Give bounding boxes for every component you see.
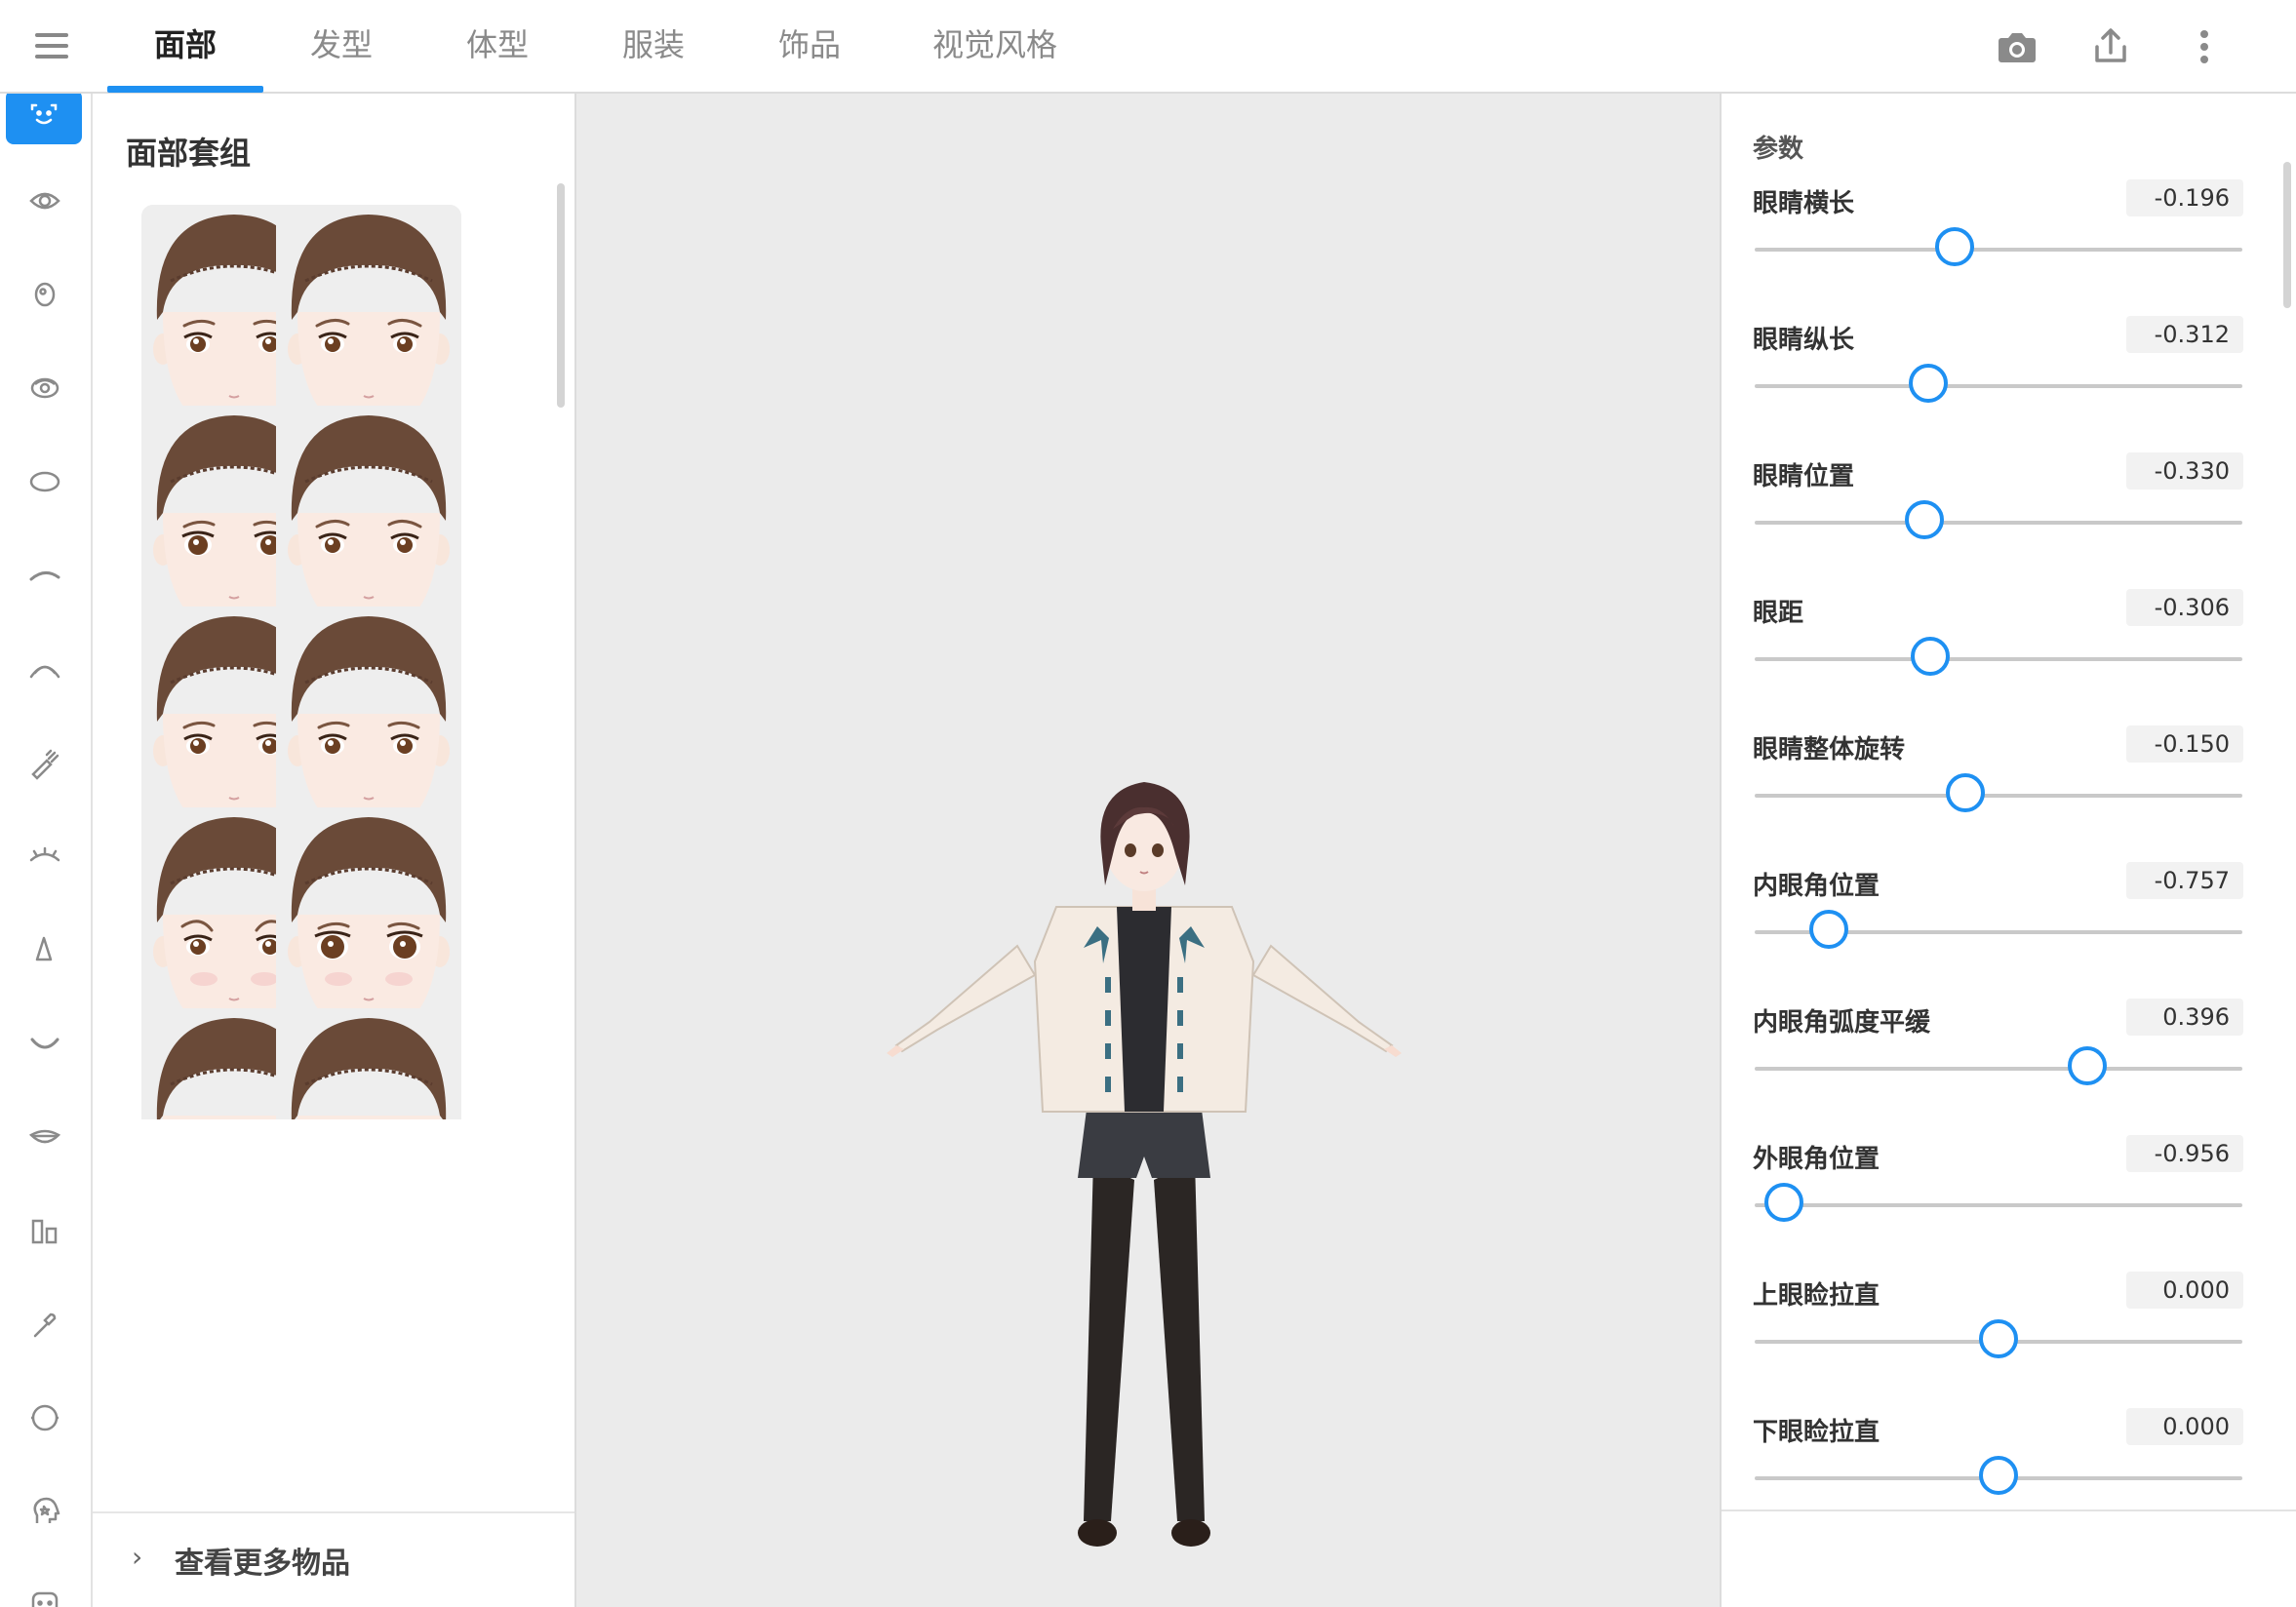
parameter-row: 眼睛横长 -0.196 (1722, 179, 2296, 316)
parameter-label: 眼睛整体旋转 (1753, 735, 1906, 764)
parameter-label: 眼睛纵长 (1753, 326, 1855, 355)
parameter-slider-track[interactable] (1755, 248, 2242, 252)
view-more-items-label: 查看更多物品 (175, 1547, 350, 1581)
face-set-panel: 面部套组 ✔ (93, 94, 576, 1607)
parameter-slider-thumb[interactable] (1979, 1319, 2018, 1358)
parameter-label: 内眼角弧度平缓 (1753, 1008, 1931, 1038)
parameter-label: 内眼角位置 (1753, 872, 1880, 901)
parameter-slider-thumb[interactable] (1905, 500, 1945, 539)
parameter-slider-thumb[interactable] (1910, 637, 1950, 676)
tab-hairstyle[interactable]: 发型 (283, 0, 400, 94)
lips-icon[interactable] (14, 1110, 76, 1164)
parameter-label: 眼距 (1753, 599, 1804, 628)
parameter-value-field[interactable]: -0.312 (2126, 316, 2243, 353)
category-rail (0, 94, 93, 1607)
parameter-slider-thumb[interactable] (1945, 773, 1985, 812)
parameter-label: 上眼睑拉直 (1753, 1281, 1880, 1311)
makeup-brush-icon[interactable] (14, 735, 76, 790)
more-vert-icon[interactable] (2179, 21, 2230, 72)
eyelash-icon[interactable] (14, 642, 76, 696)
eyebrow-icon[interactable] (14, 548, 76, 603)
parameter-row: 内眼角位置 -0.757 (1722, 862, 2296, 999)
parameter-row: 眼距 -0.306 (1722, 589, 2296, 725)
active-tab-indicator (107, 86, 263, 93)
tab-face[interactable]: 面部 (107, 0, 263, 94)
camera-icon[interactable] (1992, 21, 2042, 72)
avatar-model[interactable] (871, 770, 1417, 1580)
face-set-grid: ✔ ✔ (141, 205, 541, 1119)
face-set-title: 面部套组 (126, 135, 252, 172)
face-set-thumbnail[interactable] (276, 1008, 461, 1119)
parameter-row: 眼睛纵长 -0.312 (1722, 316, 2296, 452)
parameter-value-field[interactable]: 0.000 (2126, 1272, 2243, 1309)
face-sticker-icon[interactable] (14, 1484, 76, 1539)
eye-icon[interactable] (14, 174, 76, 228)
parameter-slider-thumb[interactable] (1808, 910, 1848, 949)
hamburger-menu-icon[interactable] (35, 33, 70, 60)
parameter-row: 下眼睑拉直 0.000 (1722, 1408, 2296, 1545)
parameter-slider-thumb[interactable] (1764, 1183, 1804, 1222)
mouth-icon[interactable] (14, 1016, 76, 1071)
parameter-value-field[interactable]: 0.000 (2126, 1408, 2243, 1445)
tab-body[interactable]: 体型 (439, 0, 556, 94)
nose-icon[interactable] (14, 922, 76, 977)
share-icon[interactable] (2085, 21, 2136, 72)
parameter-list: 眼睛横长 -0.196 眼睛纵长 -0.312 眼睛位置 -0.330 眼距 -0.306 眼睛… (1722, 179, 2296, 1603)
parameter-value-field[interactable]: -0.956 (2126, 1135, 2243, 1172)
parameter-slider-track[interactable] (1755, 657, 2242, 661)
tab-clothing[interactable]: 服装 (595, 0, 712, 94)
parameter-row: 眼睛整体旋转 -0.150 (1722, 725, 2296, 862)
face-icon[interactable] (6, 94, 82, 144)
emote-icon[interactable] (14, 1578, 76, 1607)
parameter-value-field[interactable]: -0.306 (2126, 589, 2243, 626)
tab-accessories[interactable]: 饰品 (751, 0, 868, 94)
parameter-slider-thumb[interactable] (1934, 227, 1974, 266)
parameter-slider-track[interactable] (1755, 1203, 2242, 1207)
parameter-row: 上眼睑拉直 0.000 (1722, 1272, 2296, 1408)
parameter-label: 外眼角位置 (1753, 1145, 1880, 1174)
view-more-items-button[interactable]: › 查看更多物品 (93, 1511, 574, 1607)
parameter-slider-thumb[interactable] (2068, 1046, 2108, 1085)
parameter-label: 眼睛横长 (1753, 189, 1855, 218)
tab-visual-style[interactable]: 视觉风格 (907, 0, 1083, 94)
parameter-value-field[interactable]: -0.150 (2126, 725, 2243, 763)
chevron-right-icon: › (132, 1541, 143, 1573)
eye-shape-icon[interactable] (14, 454, 76, 509)
parameter-slider-thumb[interactable] (1909, 364, 1949, 403)
divider (1722, 1509, 2296, 1511)
parameter-label: 下眼睑拉直 (1753, 1418, 1880, 1447)
parameter-slider-thumb[interactable] (1979, 1456, 2018, 1495)
eye-highlight-icon[interactable] (14, 361, 76, 415)
parameters-title: 参数 (1753, 135, 1804, 164)
iris-icon[interactable] (14, 267, 76, 322)
parameters-panel: 参数 眼睛横长 -0.196 眼睛纵长 -0.312 眼睛位置 -0.330 眼距 -0.30… (1720, 94, 2296, 1607)
head-outline-icon[interactable] (14, 1391, 76, 1445)
parameter-label: 眼睛位置 (1753, 462, 1855, 491)
parameter-slider-track[interactable] (1755, 794, 2242, 798)
parameter-row: 眼睛位置 -0.330 (1722, 452, 2296, 589)
parameter-value-field[interactable]: -0.757 (2126, 862, 2243, 899)
parameter-slider-track[interactable] (1755, 1067, 2242, 1071)
parameter-slider-track[interactable] (1755, 384, 2242, 388)
top-bar: 面部 发型 体型 服装 饰品 视觉风格 (0, 0, 2296, 94)
lower-lash-icon[interactable] (14, 829, 76, 883)
parameter-value-field[interactable]: 0.396 (2126, 999, 2243, 1036)
parameter-slider-track[interactable] (1755, 521, 2242, 525)
teeth-icon[interactable] (14, 1203, 76, 1258)
brush-icon[interactable] (14, 1297, 76, 1352)
parameter-row: 外眼角位置 -0.956 (1722, 1135, 2296, 1272)
3d-viewport[interactable] (576, 94, 1720, 1607)
parameter-value-field[interactable]: -0.196 (2126, 179, 2243, 216)
parameter-row: 内眼角弧度平缓 0.396 (1722, 999, 2296, 1135)
parameter-value-field[interactable]: -0.330 (2126, 452, 2243, 490)
face-set-scrollbar[interactable] (557, 183, 565, 408)
